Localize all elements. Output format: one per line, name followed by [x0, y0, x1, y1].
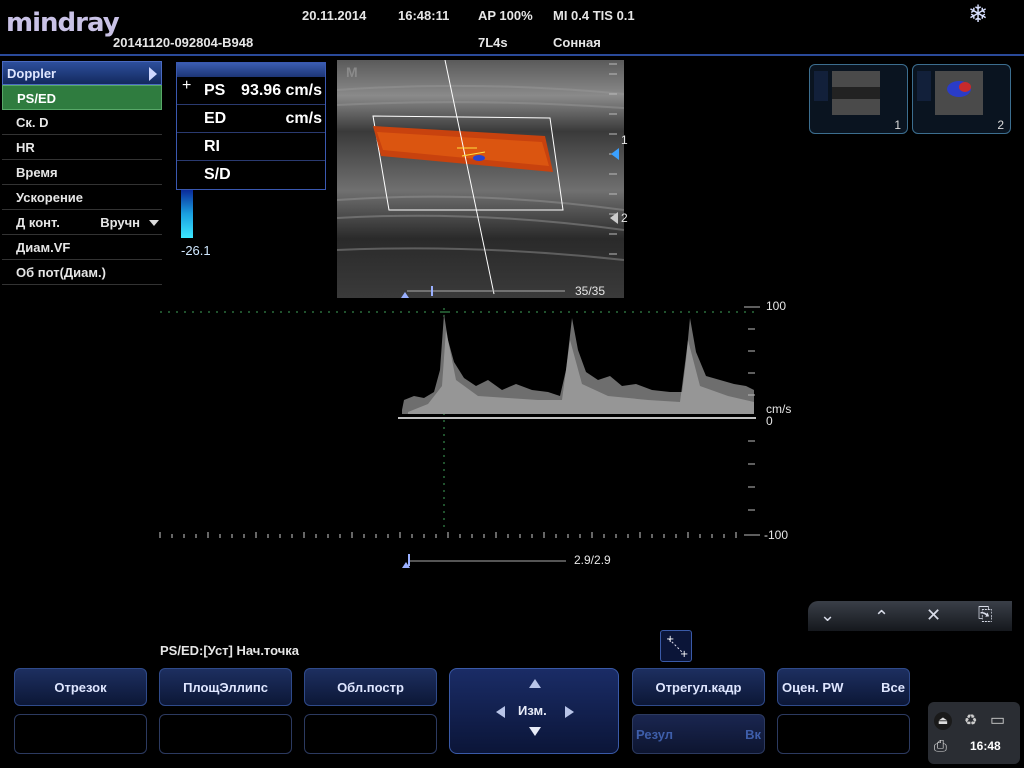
caliper-tool-icon[interactable]: + + — [660, 630, 692, 662]
network-icon[interactable]: ▭ — [990, 710, 1005, 730]
menu-item-label: Д конт. — [16, 215, 60, 230]
svg-text:+: + — [666, 634, 674, 645]
result-label: Резул — [636, 727, 674, 742]
time-label: 16:48:11 — [398, 8, 450, 23]
cine-slider[interactable] — [400, 552, 570, 568]
measure-label: Изм. — [518, 703, 547, 718]
thumbnail-label: 2 — [997, 118, 1004, 132]
printer-icon[interactable]: ⎙ — [934, 738, 947, 756]
depth-mark-1: 1 — [621, 133, 628, 147]
frame-counter: 35/35 — [575, 284, 606, 298]
trace-mode-value: Вручн — [100, 215, 140, 230]
eval-pw-label: Оцен. PW — [782, 680, 844, 695]
menu-item-label: PS/ED — [17, 91, 57, 106]
empty-softkey[interactable] — [159, 714, 292, 754]
export-icon[interactable]: ⎘ — [978, 604, 992, 625]
expand-arrow-icon — [149, 67, 157, 81]
depth-marker-icon[interactable] — [610, 212, 618, 224]
thumbnail-1[interactable]: 1 — [809, 64, 908, 134]
arrow-up-icon[interactable] — [529, 679, 541, 688]
menu-title-label: Doppler — [7, 66, 57, 81]
result-key: RI — [204, 138, 220, 155]
baseline-label: 0 — [766, 414, 773, 428]
menu-item-ps-ed[interactable]: PS/ED — [2, 85, 162, 110]
system-tray: ⏏ ♻ ▭ ⎙ 16:48 — [928, 702, 1020, 764]
thumbnail-2[interactable]: 2 — [912, 64, 1011, 134]
probe-label: 7L4s — [478, 35, 508, 50]
trace-button[interactable]: Обл.постр — [304, 668, 437, 706]
header-divider — [0, 54, 1024, 56]
probe-orientation-mark: M — [346, 64, 358, 80]
measurement-menu: Doppler PS/ED Ск. D HR Время Ускорение Д… — [2, 61, 162, 285]
result-value: Вк — [745, 727, 761, 742]
chevron-down-double-icon[interactable]: ⌄ — [820, 605, 835, 626]
menu-item-time[interactable]: Время — [2, 160, 162, 185]
acoustic-power-label: AP 100% — [478, 8, 533, 23]
arrow-right-icon[interactable] — [565, 706, 574, 718]
result-row-ps: PS 93.96 cm/s — [177, 77, 325, 105]
scale-top-label: 100 — [766, 299, 787, 313]
exam-id-label: 20141120-092804-B948 — [113, 35, 254, 50]
adjust-frame-button[interactable]: Отрегул.кадр — [632, 668, 765, 706]
result-row-ri: RI — [177, 133, 325, 161]
menu-item-diam-vf[interactable]: Диам.VF — [2, 235, 162, 260]
color-scale-bar — [181, 190, 193, 238]
dropdown-arrow-icon — [149, 220, 159, 226]
depth-mark-2: 2 — [621, 211, 628, 225]
segment-button[interactable]: Отрезок — [14, 668, 147, 706]
eval-pw-button[interactable]: Оцен. PW Все — [777, 668, 910, 706]
menu-item-label: Ускорение — [16, 190, 84, 205]
result-row-ed: ED cm/s — [177, 105, 325, 133]
tray-clock: 16:48 — [970, 739, 1001, 753]
result-key: S/D — [204, 166, 231, 183]
result-key: ED — [204, 110, 227, 127]
mi-tis-label: MI 0.4 TIS 0.1 — [553, 8, 635, 23]
close-icon[interactable]: ✕ — [926, 605, 941, 626]
result-value: cm/s — [285, 110, 322, 127]
svg-text:+: + — [680, 649, 688, 660]
menu-item-label: Ск. D — [16, 115, 49, 130]
menu-item-label: Диам.VF — [16, 240, 71, 255]
preset-label: Сонная — [553, 35, 601, 50]
area-ellipse-button[interactable]: ПлощЭллипс — [159, 668, 292, 706]
menu-item-velocity[interactable]: Ск. D — [2, 110, 162, 135]
result-key: PS — [204, 82, 226, 99]
ultrasound-image[interactable] — [336, 59, 625, 298]
measure-navigation-pad[interactable]: Изм. — [449, 668, 619, 754]
eval-pw-value: Все — [881, 680, 905, 695]
results-panel: + PS 93.96 cm/s ED cm/s RI S/D — [176, 62, 326, 190]
results-header — [177, 63, 325, 77]
menu-item-hr[interactable]: HR — [2, 135, 162, 160]
recycle-bin-icon[interactable]: ♻ — [964, 711, 977, 729]
empty-softkey[interactable] — [14, 714, 147, 754]
menu-item-acceleration[interactable]: Ускорение — [2, 185, 162, 210]
doppler-spectrum[interactable] — [158, 300, 798, 550]
menu-title-doppler[interactable]: Doppler — [2, 61, 162, 85]
menu-item-label: Время — [16, 165, 58, 180]
status-line: PS/ED:[Уст] Нач.точка — [160, 643, 300, 658]
date-label: 20.11.2014 — [302, 8, 367, 23]
image-action-bar: ⌄ ⌃ ✕ ⎘ — [808, 601, 1012, 631]
result-value: 93.96 cm/s — [241, 82, 322, 99]
menu-item-label: HR — [16, 140, 35, 155]
color-scale-min: -26.1 — [181, 243, 211, 258]
menu-item-d-trace[interactable]: Д конт. Вручн — [2, 210, 162, 235]
result-button[interactable]: Резул Вк — [632, 714, 765, 754]
menu-item-volume-flow[interactable]: Об пот(Диам.) — [2, 260, 162, 285]
cine-counter: 2.9/2.9 — [574, 553, 611, 567]
snowflake-icon[interactable]: ❄ — [968, 0, 994, 28]
mindray-logo: mindray — [6, 8, 120, 38]
eject-icon[interactable]: ⏏ — [934, 712, 952, 730]
arrow-down-icon[interactable] — [529, 727, 541, 736]
scale-bottom-label: -100 — [764, 528, 789, 542]
empty-softkey[interactable] — [777, 714, 910, 754]
thumbnail-label: 1 — [894, 118, 901, 132]
empty-softkey[interactable] — [304, 714, 437, 754]
focus-marker-icon[interactable] — [611, 148, 619, 160]
menu-item-label: Об пот(Диам.) — [16, 265, 106, 280]
result-row-sd: S/D — [177, 161, 325, 189]
arrow-left-icon[interactable] — [496, 706, 505, 718]
chevron-up-double-icon[interactable]: ⌃ — [874, 607, 889, 628]
